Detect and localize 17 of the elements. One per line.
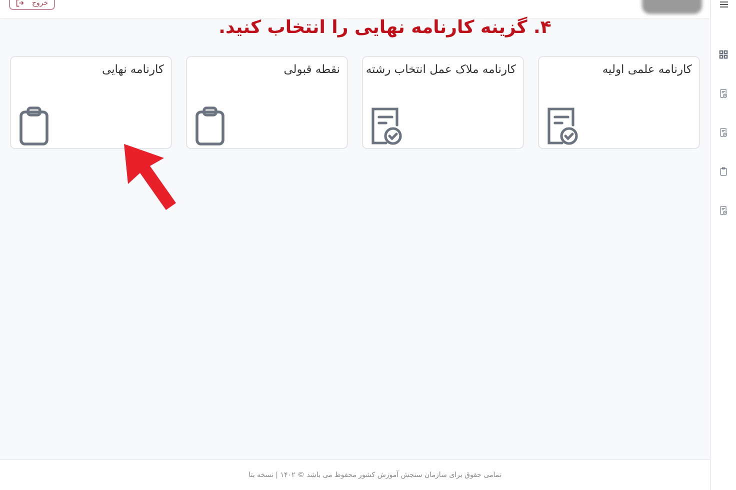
document-check-icon — [720, 128, 728, 136]
report-card[interactable]: کارنامه علمی اولیه — [538, 56, 700, 149]
clipboard-icon — [18, 106, 50, 146]
document-check-icon — [720, 88, 728, 98]
report-card[interactable]: کارنامه ملاک عمل انتخاب رشته — [362, 56, 524, 149]
clipboard-icon — [194, 106, 226, 146]
logout-icon — [16, 0, 24, 6]
report-card[interactable]: کارنامه نهایی — [10, 56, 172, 149]
document-check-icon — [370, 106, 402, 146]
instruction-heading: ۴. گزینه کارنامه نهایی را انتخاب کنید. — [218, 17, 552, 40]
menu-icon[interactable] — [720, 1, 728, 8]
document-check-icon — [720, 206, 728, 214]
blurred-block — [642, 0, 702, 14]
report-card[interactable]: نقطه قبولی — [186, 56, 348, 149]
grid-icon — [719, 50, 728, 58]
document-check-icon — [546, 106, 578, 146]
clipboard-icon — [720, 166, 728, 176]
